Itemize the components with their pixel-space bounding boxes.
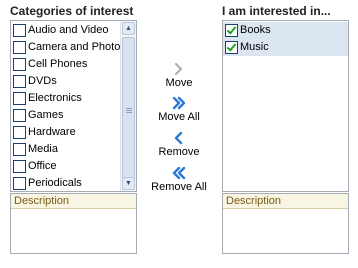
- chevron-right-icon: [174, 62, 183, 76]
- available-item-label: Media: [28, 143, 58, 155]
- selected-item-label: Music: [240, 41, 269, 53]
- selected-item[interactable]: Books: [223, 22, 348, 39]
- available-item-checkbox[interactable]: [13, 58, 26, 71]
- selected-item-checkbox[interactable]: [225, 24, 238, 37]
- available-item[interactable]: Media: [11, 141, 119, 158]
- available-item[interactable]: Hardware: [11, 124, 119, 141]
- available-item-checkbox[interactable]: [13, 75, 26, 88]
- double-chevron-left-icon: [172, 166, 186, 180]
- remove-button[interactable]: Remove: [148, 131, 210, 158]
- available-item-label: Cell Phones: [28, 58, 88, 70]
- selected-description-box: Description: [222, 193, 349, 254]
- available-item-label: Games: [28, 109, 64, 121]
- available-item-label: DVDs: [28, 75, 57, 87]
- available-item[interactable]: DVDs: [11, 73, 119, 90]
- available-description-label: Description: [11, 194, 136, 209]
- scroll-up-button[interactable]: ▲: [122, 22, 135, 35]
- available-item-label: Periodicals: [28, 177, 82, 189]
- available-item-checkbox[interactable]: [13, 160, 26, 173]
- scroll-down-button[interactable]: ▼: [122, 177, 135, 190]
- available-item-checkbox[interactable]: [13, 92, 26, 105]
- available-item[interactable]: Games: [11, 107, 119, 124]
- available-description-box: Description: [10, 193, 137, 254]
- selected-item[interactable]: Music: [223, 39, 348, 56]
- available-item[interactable]: Camera and Photo: [11, 39, 121, 56]
- available-item-label: Hardware: [28, 126, 76, 138]
- available-item[interactable]: Electronics: [11, 90, 119, 107]
- double-chevron-right-icon: [172, 96, 186, 110]
- move-all-button[interactable]: Move All: [148, 96, 210, 123]
- available-item[interactable]: Audio and Video: [11, 22, 119, 39]
- remove-button-label: Remove: [158, 146, 200, 158]
- scroll-thumb[interactable]: [122, 37, 135, 184]
- move-all-button-label: Move All: [158, 111, 200, 123]
- available-item-checkbox[interactable]: [13, 24, 26, 37]
- available-list-title: Categories of interest: [10, 4, 134, 18]
- available-item-checkbox[interactable]: [13, 126, 26, 139]
- available-item-label: Audio and Video: [28, 24, 109, 36]
- available-item-checkbox[interactable]: [13, 143, 26, 156]
- remove-all-button[interactable]: Remove All: [148, 166, 210, 193]
- move-button-label: Move: [165, 77, 193, 89]
- available-item-checkbox[interactable]: [13, 177, 26, 190]
- available-list[interactable]: Audio and Video Camera and Photo Cell Phon…: [10, 20, 137, 192]
- available-item[interactable]: Periodicals: [11, 175, 119, 191]
- available-item-checkbox[interactable]: [13, 41, 26, 54]
- chevron-up-icon: ▲: [125, 25, 132, 32]
- selected-list[interactable]: Books Music: [222, 20, 349, 192]
- selected-item-checkbox[interactable]: [225, 41, 238, 54]
- available-list-scrollbar[interactable]: ▲ ▼: [120, 21, 136, 191]
- available-item-label: Camera and Photo: [28, 41, 121, 53]
- selected-list-title: I am interested in...: [222, 4, 331, 18]
- available-item-checkbox[interactable]: [13, 109, 26, 122]
- move-button[interactable]: Move: [148, 62, 210, 89]
- available-item-label: Office: [28, 160, 57, 172]
- available-item-label: Electronics: [28, 92, 82, 104]
- selected-item-label: Books: [240, 24, 271, 36]
- remove-all-button-label: Remove All: [151, 181, 207, 193]
- chevron-left-icon: [174, 131, 183, 145]
- available-item[interactable]: Office: [11, 158, 119, 175]
- chevron-down-icon: ▼: [125, 180, 132, 187]
- available-item[interactable]: Cell Phones: [11, 56, 119, 73]
- selected-description-label: Description: [223, 194, 348, 209]
